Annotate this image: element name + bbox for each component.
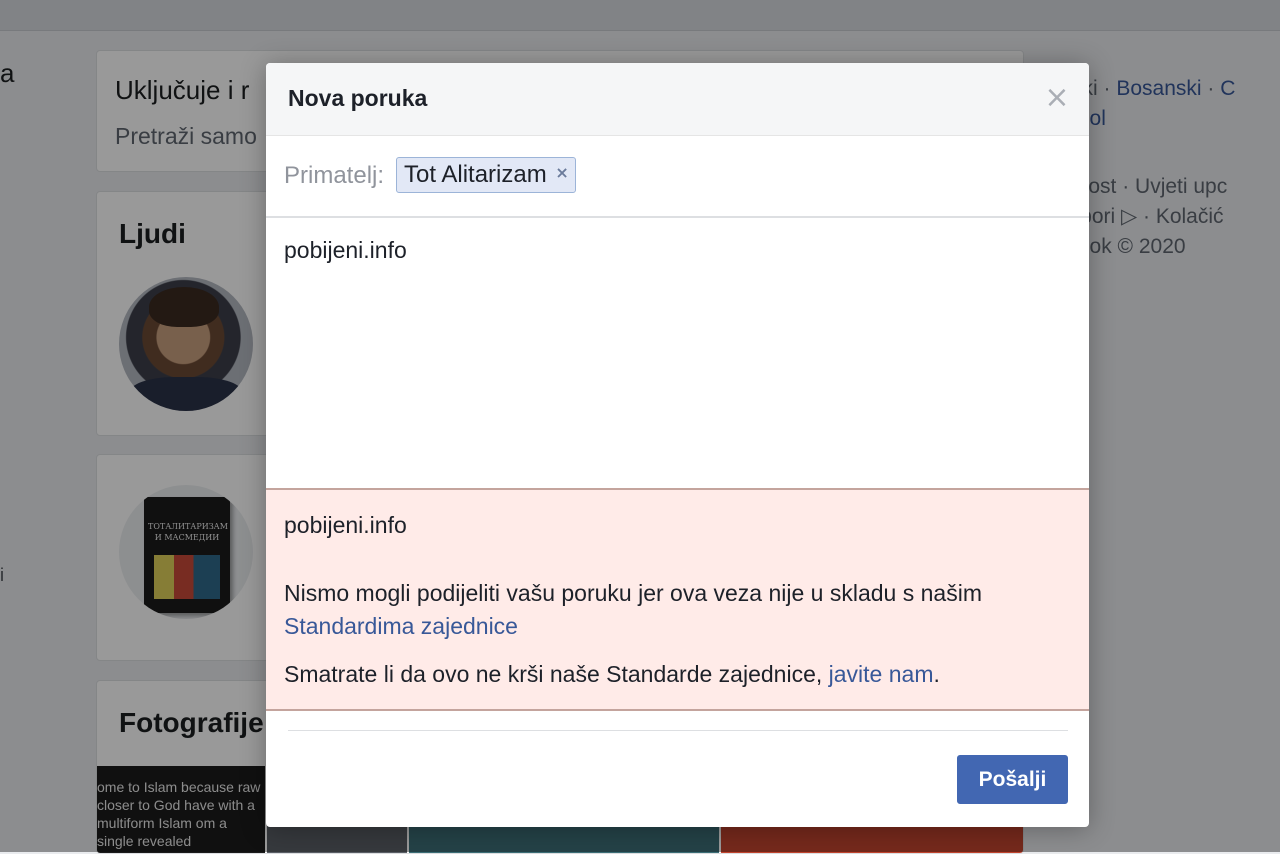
footer-divider [288,730,1068,731]
close-icon[interactable]: × [1042,83,1072,113]
recipient-token[interactable]: Tot Alitarizam × [396,157,576,193]
report-line: Smatrate li da ovo ne krši naše Standard… [284,661,940,688]
message-textarea[interactable]: pobijeni.info [284,235,1069,485]
report-link[interactable]: javite nam [829,661,934,687]
recipient-label: Primatelj: [284,162,385,189]
report-suffix-text: . [933,661,940,687]
recipient-field[interactable]: Primatelj: Tot Alitarizam × [266,136,1089,218]
error-notice: pobijeni.info Nismo mogli podijeliti vaš… [266,488,1089,711]
blocked-link-text: pobijeni.info [284,512,407,538]
dialog-title: Nova poruka [288,85,428,111]
error-message-text: Nismo mogli podijeliti vašu poruku jer o… [284,580,982,606]
remove-recipient-icon[interactable]: × [555,158,568,188]
send-button[interactable]: Pošalji [957,755,1068,804]
report-prefix-text: Smatrate li da ovo ne krši naše Standard… [284,661,823,687]
dialog-header: Nova poruka × [266,63,1089,136]
error-message: Nismo mogli podijeliti vašu poruku jer o… [284,577,1084,643]
new-message-dialog: Nova poruka × Primatelj: Tot Alitarizam … [266,63,1089,827]
recipient-token-label: Tot Alitarizam [404,161,547,188]
community-standards-link[interactable]: Standardima zajednice [284,613,518,639]
